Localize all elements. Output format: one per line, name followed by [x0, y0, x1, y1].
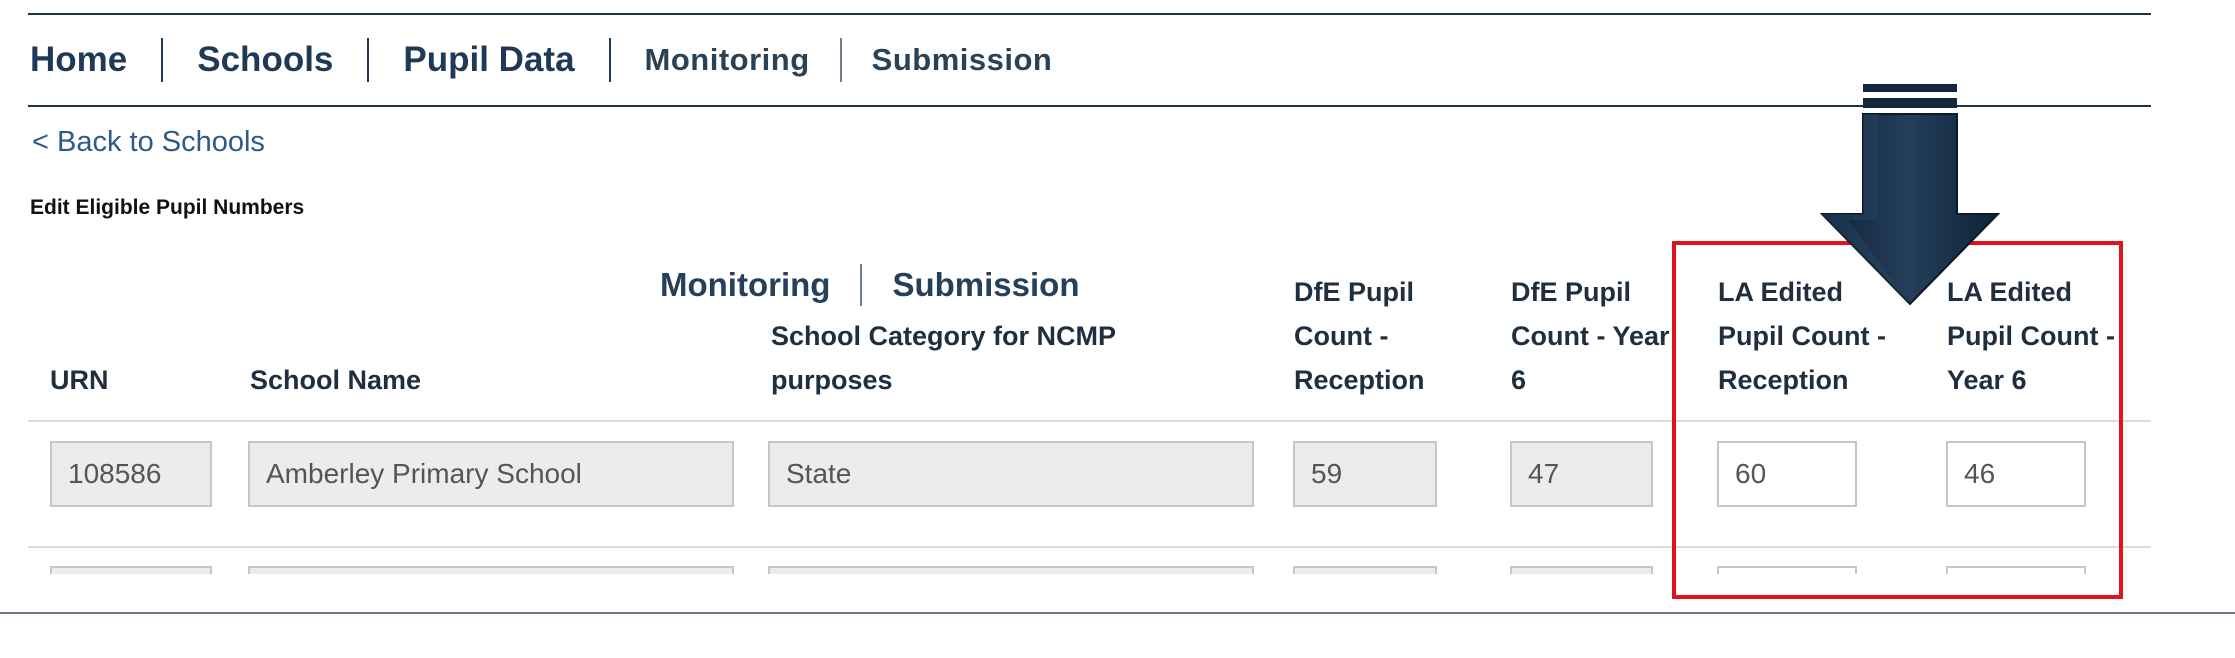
overlay-monitoring: Monitoring	[660, 266, 831, 303]
screenshot-stage: Home Schools Pupil Data Monitoring Submi…	[0, 0, 2235, 658]
dfe-reception-field: 59	[1293, 441, 1437, 507]
header-category: School Category for NCMP purposes	[771, 321, 1116, 395]
dfe-reception-field-partial	[1293, 566, 1437, 574]
header-urn: URN	[50, 365, 109, 395]
category-field-partial	[768, 566, 1254, 574]
school-name-field-partial	[248, 566, 734, 574]
header-dfe-reception: DfE Pupil Count - Reception	[1294, 277, 1425, 395]
dfe-year6-field-partial	[1510, 566, 1653, 574]
bottom-divider	[0, 612, 2235, 614]
header-nav-overlay: Monitoring Submission	[660, 264, 1079, 306]
header-school-name: School Name	[250, 365, 422, 395]
dfe-year6-field: 47	[1510, 441, 1653, 507]
down-arrow-icon	[1819, 84, 2001, 306]
urn-field: 108586	[50, 441, 212, 507]
overlay-submission: Submission	[892, 266, 1080, 303]
header-dfe-year6: DfE Pupil Count - Year 6	[1511, 277, 1670, 395]
category-field: State	[768, 441, 1254, 507]
overlay-separator	[860, 264, 863, 306]
school-name-field: Amberley Primary School	[248, 441, 734, 507]
urn-field-partial	[50, 566, 212, 574]
